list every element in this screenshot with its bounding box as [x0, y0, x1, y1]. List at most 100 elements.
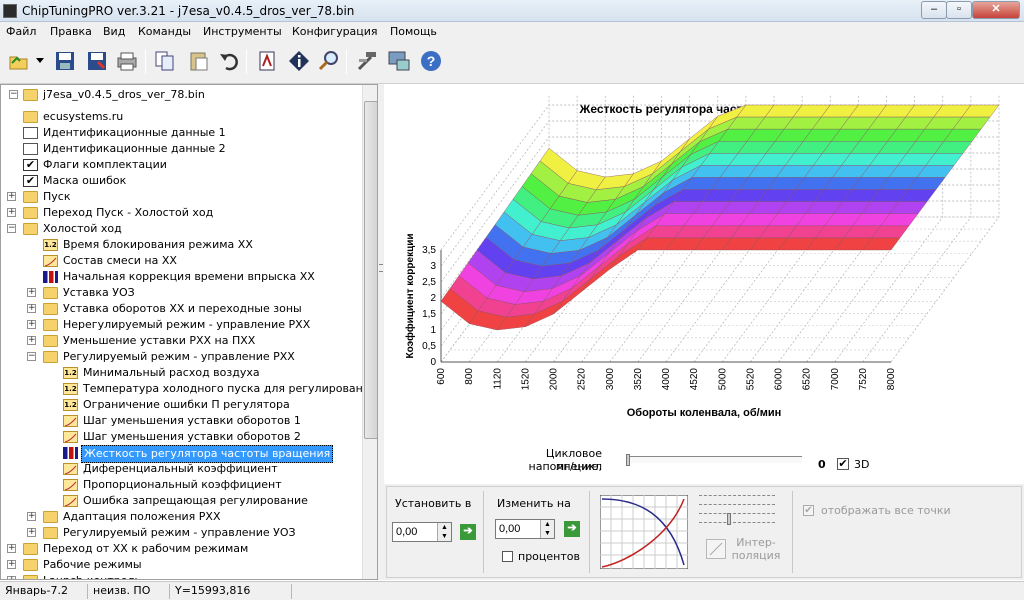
- minimize-button[interactable]: –: [921, 1, 947, 19]
- interp-slider-2[interactable]: [699, 513, 775, 523]
- tree-item[interactable]: + Уставка оборотов ХХ и переходные зоны: [1, 301, 361, 317]
- tree-expand-icon[interactable]: +: [7, 576, 16, 579]
- connect-icon[interactable]: [386, 48, 412, 74]
- tree-item[interactable]: + Рабочие режимы: [1, 557, 361, 573]
- tree-item[interactable]: 1.2 Время блокирования режима ХХ: [1, 237, 361, 253]
- search-icon[interactable]: [316, 48, 342, 74]
- tree-item[interactable]: Ошибка запрещающая регулирование: [1, 493, 361, 509]
- tree-item[interactable]: 1.2 Температура холодного пуска для регул…: [1, 381, 377, 397]
- menu-config[interactable]: Конфигурация: [292, 25, 378, 38]
- tree-expand-icon[interactable]: +: [7, 208, 16, 217]
- show-all-points-checkbox[interactable]: ✔: [803, 505, 814, 516]
- tree-item[interactable]: + Уменьшение уставки РХХ на ПХХ: [1, 333, 361, 349]
- tree-item[interactable]: − Холостой ход: [1, 221, 361, 237]
- interp-slider-1[interactable]: [699, 495, 775, 505]
- tree-item[interactable]: Начальная коррекция времени впрыска ХХ: [1, 269, 361, 285]
- y-tick-label: 0: [430, 357, 436, 368]
- change-apply-button[interactable]: ➔: [564, 521, 580, 537]
- print-icon[interactable]: [114, 48, 140, 74]
- tree-expand-icon[interactable]: +: [27, 288, 36, 297]
- tree-item[interactable]: + Пуск: [1, 189, 361, 205]
- tree-item[interactable]: Жесткость регулятора частоты вращения: [1, 445, 361, 463]
- tree-item[interactable]: + Нерегулируемый режим - управление РХХ: [1, 317, 361, 333]
- tree-item[interactable]: Шаг уменьшения уставки оборотов 2: [1, 429, 361, 445]
- tree-expand-icon[interactable]: +: [7, 560, 16, 569]
- menu-view[interactable]: Вид: [103, 25, 125, 38]
- tree-collapse-icon[interactable]: −: [27, 352, 36, 361]
- save-icon[interactable]: [52, 48, 78, 74]
- help-icon[interactable]: ?: [418, 48, 444, 74]
- tree-item[interactable]: 1.2 Минимальный расход воздуха: [1, 365, 361, 381]
- percent-label: процентов: [518, 550, 580, 563]
- tree-item[interactable]: + Переход от ХХ к рабочим режимам: [1, 541, 361, 557]
- open-dropdown-icon[interactable]: [34, 48, 46, 74]
- tree-item[interactable]: Идентификационные данные 2: [1, 141, 361, 157]
- tree-expand-icon[interactable]: +: [27, 512, 36, 521]
- tree-item[interactable]: + Регулируемый режим - управление УОЗ: [1, 525, 361, 541]
- number-param-icon: 1.2: [63, 383, 78, 395]
- 3d-checkbox[interactable]: ✔: [837, 458, 849, 470]
- tree-expand-icon[interactable]: +: [27, 320, 36, 329]
- set-value-input[interactable]: 0,00 ▲ ▼: [392, 522, 452, 542]
- menu-file[interactable]: Файл: [6, 25, 36, 38]
- tree-scrollbar-thumb[interactable]: [364, 101, 377, 439]
- percent-checkbox[interactable]: [502, 551, 513, 562]
- tree-expand-icon[interactable]: +: [27, 336, 36, 345]
- tree-item[interactable]: ✔ Флаги комплектации: [1, 157, 361, 173]
- x-tick-label: 3000: [605, 368, 616, 391]
- menu-tools[interactable]: Инструменты: [203, 25, 282, 38]
- tree-collapse-icon[interactable]: −: [9, 90, 18, 99]
- tree-item[interactable]: + Launch-контроль: [1, 573, 361, 579]
- x-tick-label: 4520: [689, 368, 700, 391]
- info-icon[interactable]: [286, 48, 312, 74]
- menu-edit[interactable]: Правка: [50, 25, 92, 38]
- tree-collapse-icon[interactable]: −: [7, 224, 16, 233]
- tree-item[interactable]: ✔ Маска ошибок: [1, 173, 361, 189]
- tree-item[interactable]: + Адаптация положения РХХ: [1, 509, 361, 525]
- tree-item[interactable]: + Уставка УОЗ: [1, 285, 361, 301]
- interpolation-label: Интер- поляция: [731, 536, 781, 562]
- change-value-input[interactable]: 0,00 ▲ ▼: [495, 519, 555, 539]
- y-tick-label: 2,5: [422, 277, 436, 288]
- tree-scrollbar[interactable]: [362, 85, 377, 579]
- tree-item-label: Флаги комплектации: [43, 158, 167, 171]
- window-title: ChipTuningPRO ver.3.21 - j7esa_v0.4.5_dr…: [22, 4, 355, 18]
- compare-icon[interactable]: [254, 48, 280, 74]
- tree-item-label: Адаптация положения РХХ: [63, 510, 221, 523]
- tree-expand-icon[interactable]: +: [27, 304, 36, 313]
- tree-item[interactable]: 1.2 Ограничение ошибки П регулятора: [1, 397, 361, 413]
- tree-item[interactable]: Пропорциональный коэффициент: [1, 477, 361, 493]
- undo-icon[interactable]: [216, 48, 242, 74]
- fill-slider-thumb[interactable]: [626, 454, 630, 466]
- tree-item-label: Уставка УОЗ: [63, 286, 135, 299]
- curve-icon: [63, 463, 78, 475]
- fill-slider-track[interactable]: [626, 456, 802, 464]
- tree-item[interactable]: − Регулируемый режим - управление РХХ: [1, 349, 361, 365]
- tree-item[interactable]: ecusystems.ru: [1, 109, 361, 125]
- menu-commands[interactable]: Команды: [138, 25, 191, 38]
- save-as-icon[interactable]: [84, 48, 110, 74]
- open-icon[interactable]: [6, 48, 32, 74]
- tree-expand-icon[interactable]: +: [7, 544, 16, 553]
- tree-item[interactable]: Состав смеси на ХХ: [1, 253, 361, 269]
- tree-item-label: Уставка оборотов ХХ и переходные зоны: [63, 302, 302, 315]
- copy-icon[interactable]: [152, 48, 178, 74]
- paste-icon[interactable]: [186, 48, 212, 74]
- maximize-button[interactable]: ▫: [946, 1, 972, 19]
- set-apply-button[interactable]: ➔: [460, 524, 476, 540]
- tree-item[interactable]: Шаг уменьшения уставки оборотов 1: [1, 413, 361, 429]
- interpolation-curve-preview[interactable]: [600, 495, 688, 569]
- interp-slider-thumb[interactable]: [727, 513, 731, 525]
- tree-expand-icon[interactable]: +: [7, 192, 16, 201]
- tree-item-label: Пуск: [43, 190, 71, 203]
- tree-item[interactable]: Идентификационные данные 1: [1, 125, 361, 141]
- tree-item-label: Диференциальный коэффициент: [83, 462, 278, 475]
- menu-help[interactable]: Помощь: [390, 25, 437, 38]
- tree-expand-icon[interactable]: +: [27, 528, 36, 537]
- tools-icon[interactable]: [354, 48, 380, 74]
- close-button[interactable]: ✕: [972, 1, 1020, 19]
- tree-item[interactable]: Диференциальный коэффициент: [1, 461, 361, 477]
- tree-root[interactable]: − j7esa_v0.4.5_dros_ver_78.bin: [1, 87, 361, 103]
- x-tick-label: 2000: [549, 368, 560, 391]
- tree-item[interactable]: + Переход Пуск - Холостой ход: [1, 205, 361, 221]
